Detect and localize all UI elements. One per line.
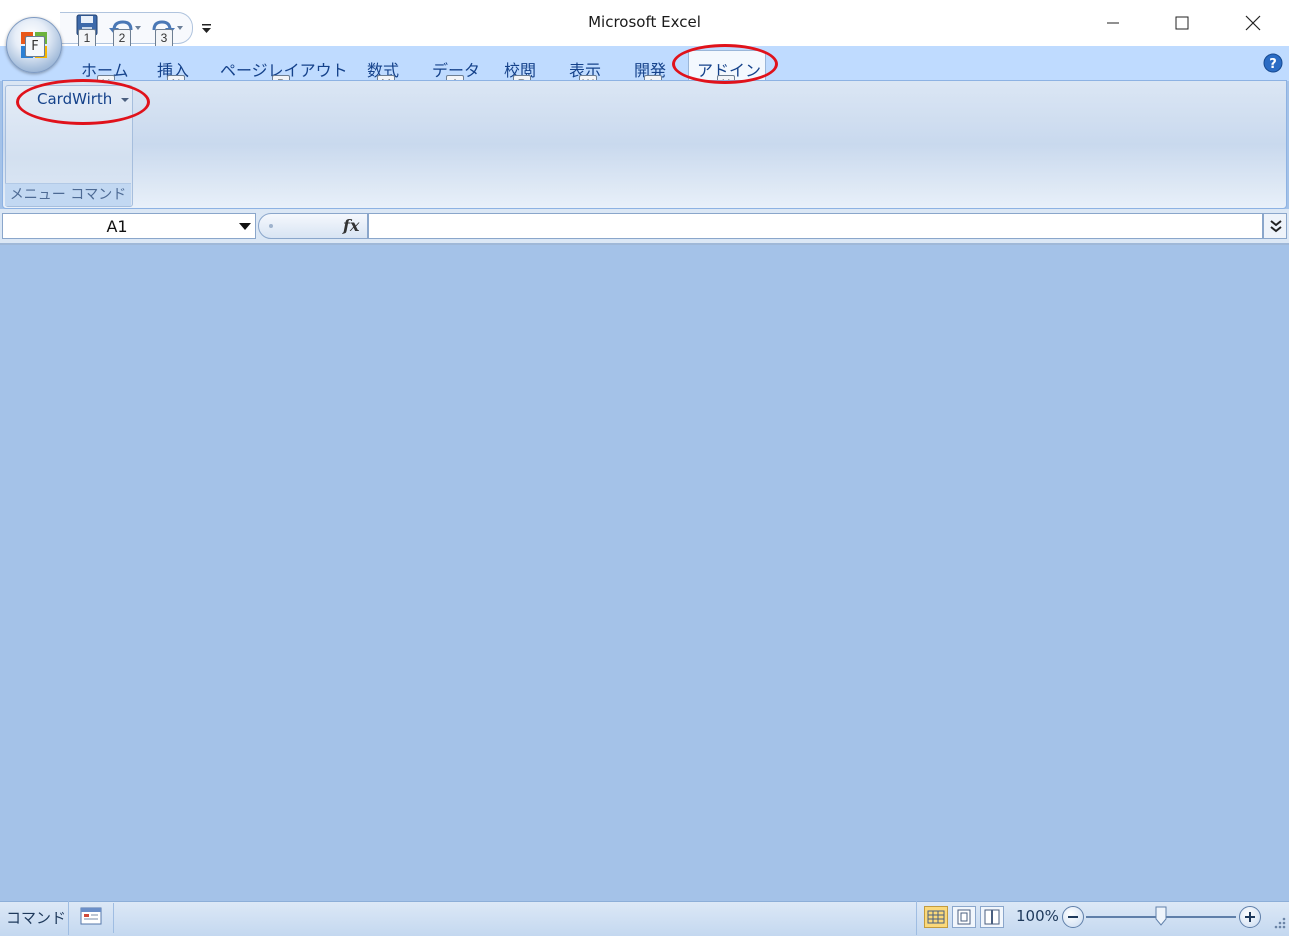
name-box[interactable]: A1 <box>2 213 256 239</box>
resize-grip-icon[interactable] <box>1271 914 1287 930</box>
zoom-level[interactable]: 100% <box>1016 907 1059 925</box>
zoom-out-button[interactable] <box>1062 906 1084 928</box>
ribbon-group-label: メニュー コマンド <box>5 183 131 206</box>
cardwirth-menu-label: CardWirth <box>37 90 113 108</box>
customize-qat-icon[interactable] <box>201 22 213 34</box>
office-button[interactable]: F <box>6 17 62 73</box>
minimize-button[interactable] <box>1090 0 1136 46</box>
chevron-double-down-icon <box>1270 220 1282 233</box>
zoom-in-button[interactable] <box>1239 906 1261 928</box>
office-button-keytip: F <box>25 36 45 57</box>
status-divider <box>113 903 114 933</box>
grid-icon <box>927 910 945 924</box>
dropdown-arrow-icon <box>121 97 130 102</box>
minimize-icon <box>1107 22 1119 24</box>
status-mode-text: コマンド <box>6 909 67 927</box>
close-icon <box>1245 15 1261 31</box>
close-button[interactable] <box>1230 0 1276 46</box>
plus-icon <box>1245 912 1255 922</box>
workbook-area <box>0 245 1289 901</box>
record-macro-icon[interactable] <box>80 906 102 926</box>
ribbon-panel <box>2 80 1287 209</box>
insert-function-button[interactable]: fx <box>343 216 359 235</box>
page-layout-view-button[interactable] <box>952 906 976 928</box>
insert-function-area: fx <box>258 213 368 239</box>
cardwirth-menu-button[interactable]: CardWirth <box>37 90 130 108</box>
resize-handle-icon[interactable] <box>267 222 275 230</box>
zoom-slider-thumb[interactable] <box>1155 906 1167 926</box>
maximize-icon <box>1175 16 1189 30</box>
svg-text:?: ? <box>1269 57 1277 72</box>
maximize-button[interactable] <box>1159 0 1205 46</box>
page-break-icon <box>984 909 1000 925</box>
status-bar <box>0 901 1289 936</box>
formula-input[interactable] <box>368 213 1263 239</box>
help-icon[interactable]: ? <box>1263 53 1283 73</box>
name-box-value: A1 <box>106 217 128 236</box>
expand-formula-bar-button[interactable] <box>1263 213 1287 239</box>
minus-icon <box>1068 916 1078 918</box>
name-box-dropdown-icon[interactable] <box>239 223 251 231</box>
page-break-preview-button[interactable] <box>980 906 1004 928</box>
page-layout-icon <box>957 909 971 925</box>
normal-view-button[interactable] <box>924 906 948 928</box>
